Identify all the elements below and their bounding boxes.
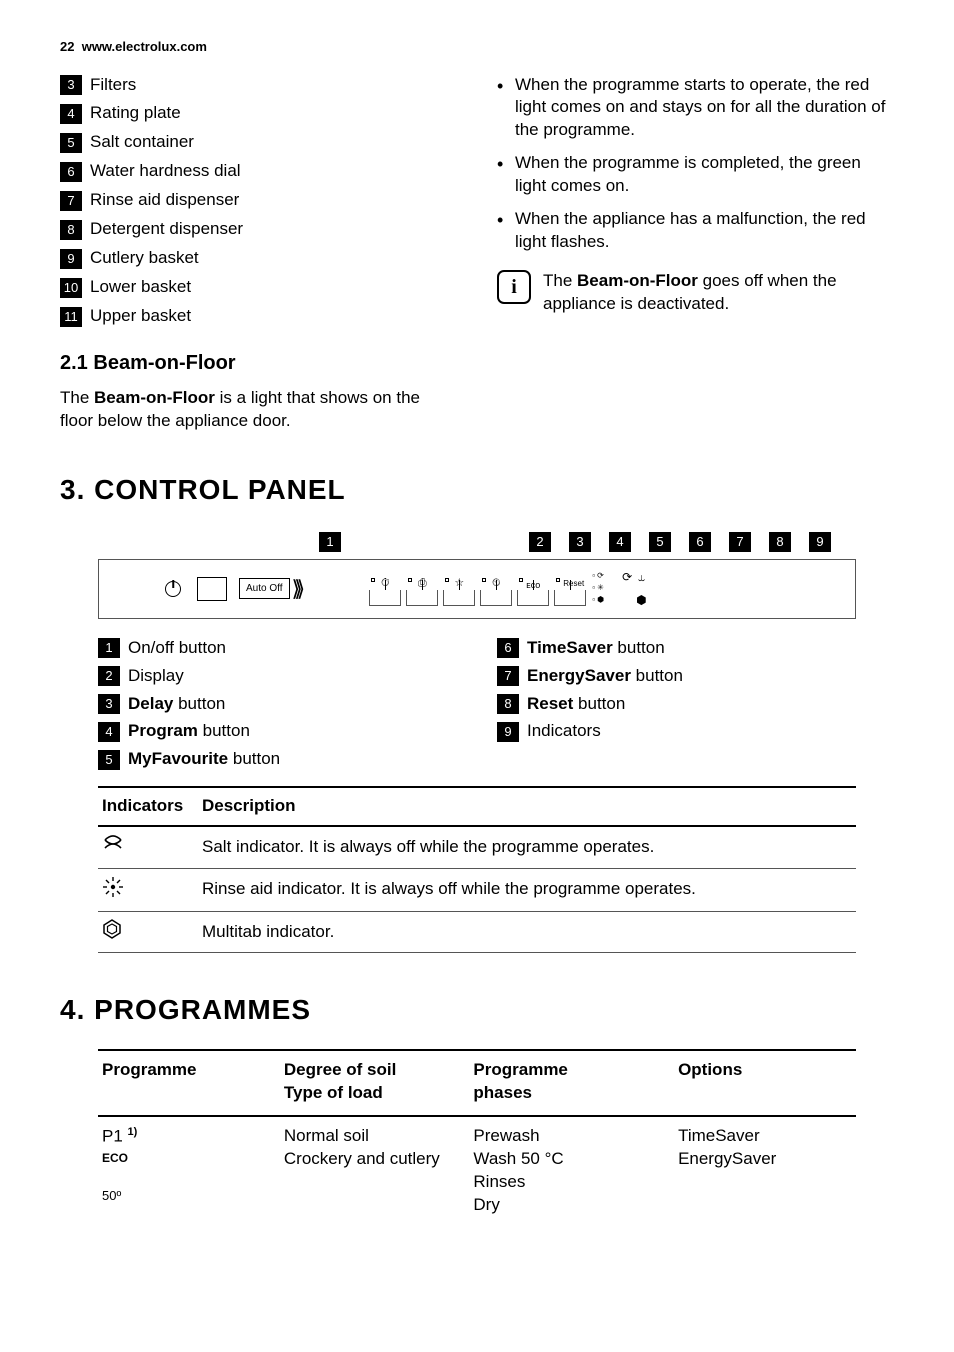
tab-icon: ⬢ [636, 592, 646, 608]
num-badge: 5 [98, 750, 120, 770]
prog-options-cell: TimeSaver EnergySaver [674, 1116, 856, 1225]
num-badge: 8 [497, 694, 519, 714]
list-item: 7Rinse aid dispenser [60, 189, 457, 212]
num-badge: 4 [60, 104, 82, 124]
num-badge: 5 [60, 133, 82, 153]
prog-phases-cell: Prewash Wash 50 °C Rinses Dry [469, 1116, 674, 1225]
info-callout: The Beam-on-Floor goes off when the appl… [497, 270, 894, 316]
prog-name-cell: P1 1) ECO 50º [98, 1116, 280, 1225]
diagram-label: 6 [689, 532, 711, 552]
control-legend-right: 6TimeSaver button 7EnergySaver button 8R… [497, 637, 856, 744]
diagram-label: 1 [319, 532, 341, 552]
list-item: 3Filters [60, 74, 457, 97]
num-badge: 8 [60, 220, 82, 240]
list-item: 11Upper basket [60, 305, 457, 328]
salt-indicator-desc: Salt indicator. It is always off while t… [198, 826, 856, 868]
wash-icon: ⟳ [622, 569, 632, 585]
display-icon [197, 577, 227, 601]
th-options: Options [674, 1050, 856, 1116]
rinse-indicator-desc: Rinse aid indicator. It is always off wh… [198, 868, 856, 911]
delay-btn-icon: ⏱ [369, 590, 401, 606]
arrows-icon: ⟩⟩⟩ [292, 574, 300, 604]
num-badge: 10 [60, 278, 82, 298]
parts-list: 3Filters 4Rating plate 5Salt container 6… [60, 74, 457, 328]
th-phases: Programmephases [469, 1050, 674, 1116]
rinse-indicator-icon [98, 868, 198, 911]
programmes-table: Programme Degree of soilType of load Pro… [98, 1049, 856, 1225]
autooff-label: Auto Off [239, 578, 290, 600]
list-item: 4Rating plate [60, 102, 457, 125]
beam-intro: The Beam-on-Floor is a light that shows … [60, 387, 457, 433]
timesaver-btn-icon: ⏲ [480, 590, 512, 606]
num-badge: 4 [98, 722, 120, 742]
prog-soil-cell: Normal soil Crockery and cutlery [280, 1116, 470, 1225]
favourite-btn-icon: ☆ [443, 590, 475, 606]
table-row: P1 1) ECO 50º Normal soil Crockery and c… [98, 1116, 856, 1225]
diagram-label: 9 [809, 532, 831, 552]
diagram-label: 8 [769, 532, 791, 552]
th-indicators: Indicators [98, 787, 198, 826]
section-3-heading: 3. CONTROL PANEL [60, 471, 894, 509]
control-legend-left: 1On/off button 2Display 3Delay button 4P… [98, 637, 457, 772]
list-item: 6Water hardness dial [60, 160, 457, 183]
subsection-2-1: 2.1 Beam-on-Floor [60, 350, 457, 377]
num-badge: 7 [497, 666, 519, 686]
reset-btn-icon: Reset [554, 590, 586, 606]
table-row: Salt indicator. It is always off while t… [98, 826, 856, 868]
info-text: The Beam-on-Floor goes off when the appl… [543, 270, 894, 316]
diagram-label: 7 [729, 532, 751, 552]
salt-indicator-icon [98, 826, 198, 868]
list-item: When the programme is completed, the gre… [497, 152, 894, 198]
program-btn-icon: ⎙ [406, 590, 438, 606]
num-badge: 3 [60, 75, 82, 95]
energysaver-btn-icon: ᴇᴄᴏ [517, 590, 549, 606]
list-item: 9Cutlery basket [60, 247, 457, 270]
power-icon [165, 581, 181, 597]
num-badge: 6 [497, 638, 519, 658]
indicator-stack-icon: ⟳✳⬢ [592, 571, 604, 605]
num-badge: 2 [98, 666, 120, 686]
diagram-label: 3 [569, 532, 591, 552]
end-icons: ⟳ ⥿ ⬢ [622, 569, 646, 607]
page-header: 22 www.electrolux.com [60, 38, 894, 56]
beam-bullets: When the programme starts to operate, th… [497, 74, 894, 255]
section-4-heading: 4. PROGRAMMES [60, 991, 894, 1029]
num-badge: 9 [60, 249, 82, 269]
list-item: 5Salt container [60, 131, 457, 154]
num-badge: 3 [98, 694, 120, 714]
list-item: 8Detergent dispenser [60, 218, 457, 241]
diagram-label: 5 [649, 532, 671, 552]
diagram-label: 4 [609, 532, 631, 552]
page-number: 22 [60, 39, 74, 54]
num-badge: 9 [497, 722, 519, 742]
info-icon [497, 270, 531, 304]
control-panel-diagram: 1 2 3 4 5 6 7 8 9 Auto Off ⟩⟩⟩ ⏱ ⎙ ☆ ⏲ ᴇ… [98, 559, 856, 619]
header-url: www.electrolux.com [82, 39, 207, 54]
list-item: When the programme starts to operate, th… [497, 74, 894, 143]
table-row: Multitab indicator. [98, 911, 856, 952]
th-programme: Programme [98, 1050, 280, 1116]
table-row: Rinse aid indicator. It is always off wh… [98, 868, 856, 911]
num-badge: 11 [60, 307, 82, 327]
diagram-label: 2 [529, 532, 551, 552]
steam-icon: ⥿ [638, 569, 645, 585]
num-badge: 6 [60, 162, 82, 182]
list-item: 10Lower basket [60, 276, 457, 299]
num-badge: 1 [98, 638, 120, 658]
indicators-table: Indicators Description Salt indicator. I… [98, 786, 856, 953]
th-description: Description [198, 787, 856, 826]
num-badge: 7 [60, 191, 82, 211]
th-soil: Degree of soilType of load [280, 1050, 470, 1116]
multitab-indicator-desc: Multitab indicator. [198, 911, 856, 952]
list-item: When the appliance has a malfunction, th… [497, 208, 894, 254]
multitab-indicator-icon [98, 911, 198, 952]
